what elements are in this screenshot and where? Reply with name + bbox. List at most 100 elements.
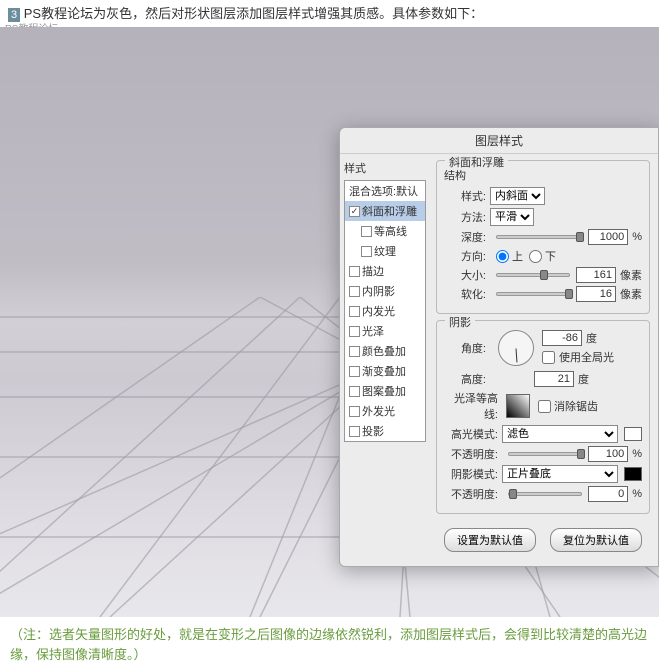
- altitude-value[interactable]: 21: [534, 371, 574, 387]
- shading-group: 阴影 角度: -86 度: [436, 320, 650, 514]
- depth-slider[interactable]: [496, 235, 582, 239]
- bevel-emboss-group: 斜面和浮雕 结构 样式: 内斜面 方法: 平滑 深度: 1000: [436, 160, 650, 314]
- shadow-opacity-slider[interactable]: [508, 492, 582, 496]
- soften-label: 软化:: [444, 286, 490, 302]
- style-row-label: 内阴影: [362, 283, 395, 299]
- style-list: 混合选项:默认 ✓斜面和浮雕等高线纹理描边内阴影内发光光泽颜色叠加渐变叠加图案叠加…: [344, 180, 426, 442]
- depth-label: 深度:: [444, 229, 490, 245]
- depth-value[interactable]: 1000: [588, 229, 628, 245]
- highlight-mode-select[interactable]: 滤色: [502, 425, 618, 443]
- angle-label: 角度:: [444, 340, 490, 356]
- shadow-opacity-unit: %: [632, 488, 642, 500]
- bevel-group-title: 斜面和浮雕: [445, 154, 508, 170]
- style-row-label: 等高线: [374, 223, 407, 239]
- style-select[interactable]: 内斜面: [490, 187, 545, 205]
- style-checkbox[interactable]: [349, 266, 360, 277]
- set-default-button[interactable]: 设置为默认值: [444, 528, 536, 552]
- method-select[interactable]: 平滑: [490, 208, 534, 226]
- soften-slider[interactable]: [496, 292, 570, 296]
- style-row-3[interactable]: 纹理: [345, 241, 425, 261]
- highlight-mode-label: 高光模式:: [444, 426, 502, 442]
- gloss-contour-label: 光泽等高线:: [444, 390, 502, 422]
- style-row-label: 斜面和浮雕: [362, 203, 417, 219]
- style-checkbox[interactable]: [349, 366, 360, 377]
- styles-header: 样式: [344, 160, 426, 180]
- depth-unit: %: [632, 231, 642, 243]
- style-row-label: 纹理: [374, 243, 396, 259]
- shadow-opacity-label: 不透明度:: [444, 486, 502, 502]
- angle-value[interactable]: -86: [542, 330, 582, 346]
- shadow-mode-label: 阴影模式:: [444, 466, 502, 482]
- scene-preview: 图层样式 样式 混合选项:默认✓斜面和浮雕等高线纹理描边内阴影内发光光泽颜色叠加…: [0, 27, 659, 617]
- style-row-6[interactable]: 内发光: [345, 301, 425, 321]
- antialias-checkbox[interactable]: [538, 400, 551, 413]
- style-checkbox[interactable]: ✓: [349, 206, 360, 217]
- shadow-mode-select[interactable]: 正片叠底: [502, 465, 618, 483]
- style-row-label: 投影: [362, 423, 384, 439]
- style-row-11[interactable]: 外发光: [345, 401, 425, 421]
- altitude-label: 高度:: [444, 371, 490, 387]
- style-checkbox[interactable]: [349, 286, 360, 297]
- style-row-12[interactable]: 投影: [345, 421, 425, 441]
- style-row-label: 描边: [362, 263, 384, 279]
- soften-value[interactable]: 16: [576, 286, 616, 302]
- style-checkbox[interactable]: [349, 326, 360, 337]
- angle-unit: 度: [586, 330, 597, 346]
- style-row-label: 图案叠加: [362, 383, 406, 399]
- style-row-8[interactable]: 颜色叠加: [345, 341, 425, 361]
- method-label: 方法:: [444, 209, 490, 225]
- altitude-unit: 度: [578, 371, 589, 387]
- size-slider[interactable]: [496, 273, 570, 277]
- style-row-label: 混合选项:默认: [349, 183, 418, 199]
- top-text-content: PS教程论坛为灰色，然后对形状图层添加图层样式增强其质感。具体参数如下：: [24, 6, 483, 21]
- direction-down-label: 下: [545, 248, 556, 264]
- style-label: 样式:: [444, 188, 490, 204]
- style-row-label: 内发光: [362, 303, 395, 319]
- bottom-note: （注：选者矢量图形的好处，就是在变形之后图像的边缘依然锐利，添加图层样式后，会得…: [0, 619, 659, 670]
- style-row-4[interactable]: 描边: [345, 261, 425, 281]
- global-light-checkbox[interactable]: [542, 351, 555, 364]
- global-light-label: 使用全局光: [559, 349, 614, 365]
- direction-up-radio[interactable]: [496, 250, 509, 263]
- angle-dial[interactable]: [498, 330, 534, 366]
- top-description: 3 PS教程论坛为灰色，然后对形状图层添加图层样式增强其质感。具体参数如下：: [0, 0, 659, 25]
- highlight-opacity-unit: %: [632, 448, 642, 460]
- dialog-title: 图层样式: [340, 128, 658, 154]
- style-checkbox[interactable]: [361, 226, 372, 237]
- size-unit: 像素: [620, 267, 642, 283]
- style-row-9[interactable]: 渐变叠加: [345, 361, 425, 381]
- soften-unit: 像素: [620, 286, 642, 302]
- style-checkbox[interactable]: [349, 406, 360, 417]
- shadow-color-swatch[interactable]: [624, 467, 642, 481]
- style-row-5[interactable]: 内阴影: [345, 281, 425, 301]
- size-value[interactable]: 161: [576, 267, 616, 283]
- style-row-label: 外发光: [362, 403, 395, 419]
- shading-title: 阴影: [445, 314, 475, 330]
- style-row-10[interactable]: 图案叠加: [345, 381, 425, 401]
- highlight-opacity-slider[interactable]: [508, 452, 582, 456]
- direction-up-label: 上: [512, 248, 523, 264]
- style-row-label: 渐变叠加: [362, 363, 406, 379]
- style-row-label: 颜色叠加: [362, 343, 406, 359]
- style-row-1[interactable]: ✓斜面和浮雕: [345, 201, 425, 221]
- style-row-7[interactable]: 光泽: [345, 321, 425, 341]
- shadow-opacity-value[interactable]: 0: [588, 486, 628, 502]
- style-checkbox[interactable]: [361, 246, 372, 257]
- style-checkbox[interactable]: [349, 426, 360, 437]
- style-checkbox[interactable]: [349, 386, 360, 397]
- style-row-label: 光泽: [362, 323, 384, 339]
- highlight-opacity-label: 不透明度:: [444, 446, 502, 462]
- gloss-contour-preview[interactable]: [506, 394, 530, 418]
- style-checkbox[interactable]: [349, 346, 360, 357]
- highlight-opacity-value[interactable]: 100: [588, 446, 628, 462]
- direction-label: 方向:: [444, 248, 490, 264]
- size-label: 大小:: [444, 267, 490, 283]
- style-row-2[interactable]: 等高线: [345, 221, 425, 241]
- reset-default-button[interactable]: 复位为默认值: [550, 528, 642, 552]
- style-checkbox[interactable]: [349, 306, 360, 317]
- layer-style-dialog: 图层样式 样式 混合选项:默认✓斜面和浮雕等高线纹理描边内阴影内发光光泽颜色叠加…: [339, 127, 659, 567]
- style-row-0[interactable]: 混合选项:默认: [345, 181, 425, 201]
- direction-down-radio[interactable]: [529, 250, 542, 263]
- antialias-label: 消除锯齿: [554, 398, 598, 414]
- highlight-color-swatch[interactable]: [624, 427, 642, 441]
